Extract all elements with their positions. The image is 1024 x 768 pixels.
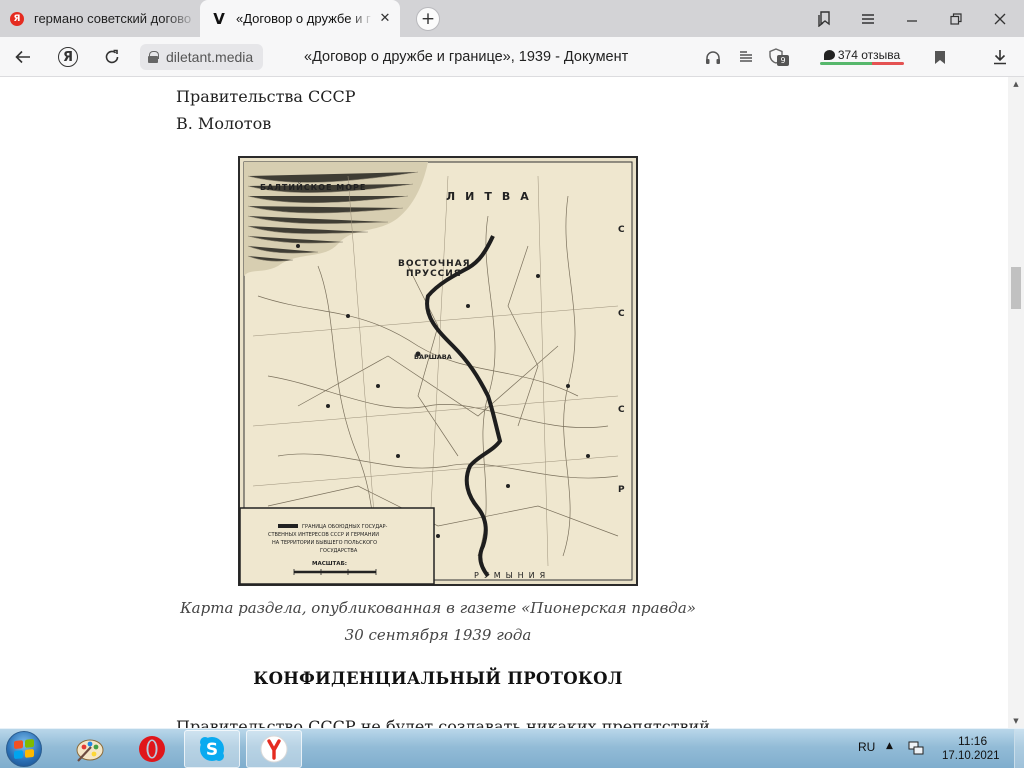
bookmark-icon [935, 50, 945, 64]
opera-icon [139, 736, 165, 762]
hamburger-menu-icon [862, 13, 874, 24]
minimize-button[interactable] [890, 0, 934, 37]
map-east-letter: С [618, 225, 625, 235]
map-east-letter: С [618, 309, 625, 319]
reader-mode-button[interactable] [732, 44, 760, 70]
protocol-body-first-line: Правительство СССР не будет создавать ни… [176, 717, 710, 728]
tab-title: германо советский догово [34, 11, 192, 26]
map-scale-title: МАСШТАБ: [312, 561, 347, 567]
taskbar-yandex-browser-app[interactable] [246, 730, 302, 768]
headphones-icon [706, 50, 720, 64]
reload-button[interactable] [98, 44, 126, 70]
page-scrollbar[interactable]: ▲ ▼ [1008, 77, 1024, 728]
restore-button[interactable] [934, 0, 978, 37]
bookmark-button[interactable] [926, 44, 954, 70]
windows-logo-icon [14, 738, 34, 760]
map-legend-line-3: НА ТЕРРИТОРИИ БЫВШЕГО ПОЛЬСКОГО [272, 540, 377, 546]
map-caption-line-1: Карта раздела, опубликованная в газете «… [180, 599, 696, 617]
tab-search-results[interactable]: Я германо советский догово [0, 0, 198, 37]
show-hidden-icons-icon[interactable]: ▲ [886, 741, 893, 751]
partition-map-image[interactable]: БАЛТИЙСКОЕ МОРЕ ВОСТОЧНАЯ ПРУССИЯ ЛИТВА … [238, 156, 638, 586]
map-capital-label: ВАРШАВА [414, 353, 452, 361]
yandex-browser-icon [260, 735, 288, 763]
svg-text:S: S [206, 740, 218, 760]
tab-title: «Договор о дружбе и г [236, 11, 371, 26]
yandex-button[interactable]: Я [58, 47, 78, 67]
bookmarks-stack-icon [818, 10, 830, 27]
reviews-rating-bar [820, 62, 904, 65]
signature-line-2: В. Молотов [176, 114, 272, 133]
map-country-label: ЛИТВА [446, 190, 539, 203]
page-content: Правительства СССР В. Молотов БАЛТИЙСКОЕ… [0, 77, 1008, 728]
map-east-letter: Р [618, 485, 625, 495]
lock-icon [148, 51, 159, 63]
yandex-favicon-icon: Я [10, 11, 24, 26]
map-legend-line-4: ГОСУДАРСТВА [320, 548, 358, 554]
tab-diletant-article[interactable]: V «Договор о дружбе и г ✕ [200, 0, 400, 37]
map-region-label-2: ПРУССИЯ [406, 269, 462, 279]
downloads-button[interactable] [986, 44, 1014, 70]
show-desktop-button[interactable] [1014, 729, 1024, 768]
taskbar-skype-app[interactable]: S [184, 730, 240, 768]
map-bottom-label: РУМЫНИЯ [474, 571, 550, 580]
extensions-count-badge: 9 [777, 55, 789, 66]
windows-taskbar: S RU ▲ 11:16 17.10.2021 [0, 728, 1024, 768]
minimize-icon [907, 19, 917, 22]
new-tab-button[interactable]: + [416, 7, 440, 31]
scroll-up-arrow-icon[interactable]: ▲ [1008, 77, 1024, 91]
download-icon [994, 50, 1006, 65]
tab-bar: Я германо советский догово V «Договор о … [0, 0, 1024, 37]
url-domain-pill[interactable]: diletant.media [140, 44, 264, 70]
restore-window-icon [950, 12, 962, 25]
bookmarks-panel-button[interactable] [802, 0, 846, 37]
browser-menu-button[interactable] [846, 0, 890, 37]
clock-date[interactable]: 17.10.2021 [942, 750, 1000, 762]
language-indicator[interactable]: RU [858, 740, 875, 754]
map-caption-line-2: 30 сентября 1939 года [344, 626, 532, 644]
section-heading: КОНФИДЕНЦИАЛЬНЫЙ ПРОТОКОЛ [253, 669, 623, 688]
network-icon[interactable] [908, 740, 924, 760]
read-aloud-button[interactable] [699, 44, 727, 70]
reviews-count: 374 отзыва [837, 48, 901, 62]
map-legend-line-2: СТВЕННЫХ ИНТЕРЕСОВ СССР И ГЕРМАНИИ [268, 532, 379, 538]
scroll-down-arrow-icon[interactable]: ▼ [1008, 714, 1024, 728]
taskbar-opera-app[interactable] [124, 730, 180, 768]
address-bar-page-title[interactable]: «Договор о дружбе и границе», 1939 - Док… [304, 37, 628, 77]
diletant-favicon-icon: V [213, 9, 225, 28]
speech-bubble-icon [823, 50, 835, 60]
scrollbar-thumb[interactable] [1011, 267, 1021, 309]
reload-icon [105, 49, 119, 64]
tab-close-icon[interactable]: ✕ [374, 11, 396, 26]
back-button[interactable] [9, 44, 37, 70]
map-region-label-1: ВОСТОЧНАЯ [398, 259, 471, 269]
clock-time[interactable]: 11:16 [958, 734, 987, 748]
map-legend-line-1: ГРАНИЦА ОБОЮДНЫХ ГОСУДАР- [302, 524, 388, 530]
arrow-left-icon [15, 50, 30, 64]
map-east-letter: С [618, 405, 625, 415]
close-window-button[interactable] [978, 0, 1022, 37]
taskbar-paint-app[interactable] [62, 730, 118, 768]
paint-palette-icon [76, 739, 104, 762]
url-domain: diletant.media [166, 49, 254, 65]
close-icon [994, 13, 1006, 24]
signature-line-1: Правительства СССР [176, 87, 356, 106]
reader-mode-icon [740, 51, 752, 62]
start-button[interactable] [6, 731, 42, 767]
skype-icon: S [200, 737, 224, 761]
map-sea-label: БАЛТИЙСКОЕ МОРЕ [260, 181, 366, 192]
